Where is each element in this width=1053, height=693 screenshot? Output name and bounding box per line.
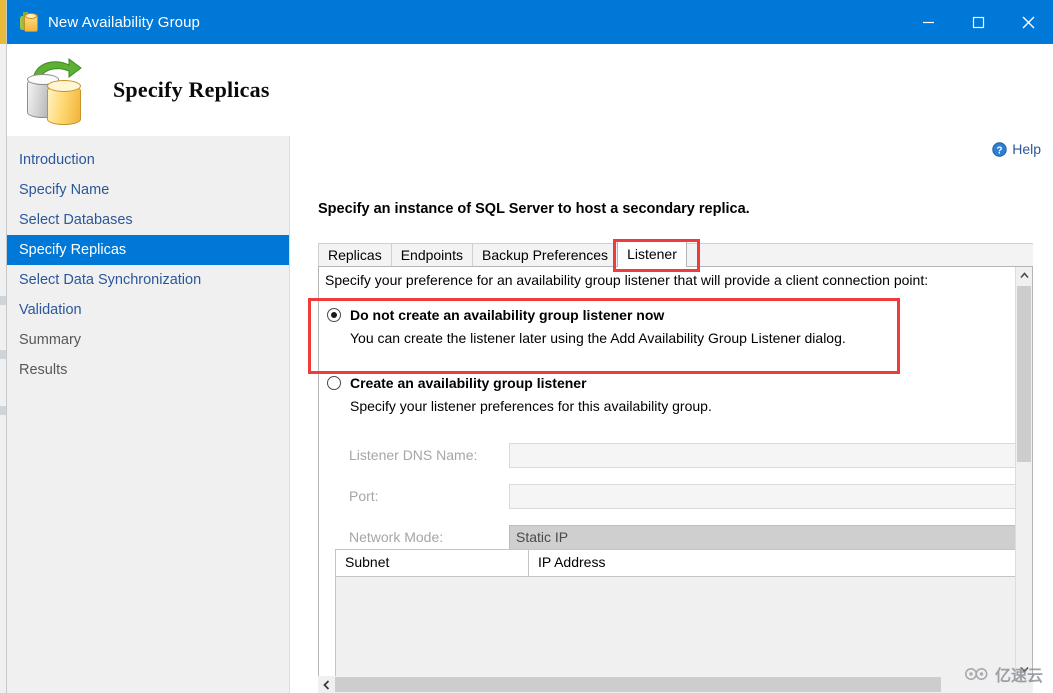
tab-replicas[interactable]: Replicas	[318, 243, 392, 267]
database-group-icon	[18, 12, 38, 32]
port-label: Port:	[349, 488, 379, 504]
option-sublabel: You can create the listener later using …	[350, 330, 846, 346]
panel-description: Specify your preference for an availabil…	[325, 272, 929, 288]
listener-tab-panel: Specify your preference for an availabil…	[318, 266, 1033, 679]
panel-horizontal-scrollbar[interactable]	[318, 676, 1033, 693]
close-icon[interactable]	[1003, 0, 1053, 44]
grid-header-row: Subnet IP Address	[336, 550, 1026, 577]
help-label: Help	[1012, 141, 1041, 157]
port-input	[509, 483, 1021, 509]
option-label: Do not create an availability group list…	[350, 307, 665, 323]
listener-dns-name-label: Listener DNS Name:	[349, 447, 478, 463]
vertical-scroll-thumb[interactable]	[1017, 286, 1031, 462]
scroll-up-icon[interactable]	[1016, 267, 1032, 284]
replication-databases-icon	[19, 54, 91, 126]
panel-vertical-scrollbar[interactable]	[1015, 267, 1032, 678]
listener-settings-form: Listener DNS Name: Port: Network Mode: S…	[349, 439, 1021, 562]
subnet-ip-grid: Subnet IP Address	[335, 549, 1027, 677]
field-row-port: Port:	[349, 480, 1021, 512]
sidebar-item-introduction[interactable]: Introduction	[7, 145, 289, 175]
tab-strip-filler	[685, 243, 1033, 267]
radio-do-not-create-listener[interactable]	[327, 308, 341, 322]
minimize-icon[interactable]	[903, 0, 953, 44]
screenshot-root: New Availability Group Specify Replicas …	[0, 0, 1053, 693]
help-link[interactable]: ? Help	[992, 141, 1041, 157]
tab-strip: Replicas Endpoints Backup Preferences Li…	[318, 241, 1033, 267]
grid-column-ip-address[interactable]: IP Address	[529, 550, 1026, 576]
watermark: 亿速云	[964, 662, 1043, 686]
content-pane: ? Help Specify an instance of SQL Server…	[291, 136, 1053, 693]
horizontal-scroll-track[interactable]	[335, 676, 1033, 693]
svg-text:?: ?	[997, 145, 1003, 156]
sidebar-item-specify-name[interactable]: Specify Name	[7, 175, 289, 205]
grid-column-subnet[interactable]: Subnet	[336, 550, 529, 576]
window-title: New Availability Group	[48, 13, 200, 31]
new-availability-group-dialog: New Availability Group Specify Replicas …	[7, 0, 1053, 693]
sidebar-item-summary: Summary	[19, 332, 82, 348]
title-bar: New Availability Group	[7, 0, 1053, 44]
listener-dns-name-input	[509, 442, 1021, 468]
wizard-steps-sidebar: Introduction Specify Name Select Databas…	[7, 136, 290, 693]
tab-backup-preferences[interactable]: Backup Preferences	[471, 243, 619, 267]
sidebar-item-specify-replicas[interactable]: Specify Replicas	[7, 235, 289, 265]
sidebar-item-select-data-synchronization[interactable]: Select Data Synchronization	[7, 265, 289, 295]
horizontal-scroll-thumb[interactable]	[335, 677, 941, 692]
background-tick	[0, 406, 6, 415]
tab-listener[interactable]: Listener	[617, 241, 687, 267]
cloud-logo-icon	[964, 668, 988, 680]
sidebar-item-results: Results	[19, 362, 68, 378]
network-mode-label: Network Mode:	[349, 529, 444, 545]
field-row-listener-dns-name: Listener DNS Name:	[349, 439, 1021, 471]
background-window-body	[0, 44, 7, 693]
help-icon: ?	[992, 141, 1007, 157]
watermark-text: 亿速云	[994, 666, 1043, 685]
dialog-body: Introduction Specify Name Select Databas…	[7, 136, 1053, 693]
sidebar-item-validation[interactable]: Validation	[7, 295, 289, 325]
option-label: Create an availability group listener	[350, 375, 587, 391]
content-heading: Specify an instance of SQL Server to hos…	[318, 201, 750, 217]
option-sublabel: Specify your listener preferences for th…	[350, 398, 712, 414]
background-tick	[0, 296, 6, 305]
sidebar-item-select-databases[interactable]: Select Databases	[7, 205, 289, 235]
background-tick	[0, 350, 6, 359]
option-do-not-create-listener[interactable]: Do not create an availability group list…	[327, 307, 846, 346]
maximize-icon[interactable]	[953, 0, 1003, 44]
radio-create-listener[interactable]	[327, 376, 341, 390]
window-controls	[903, 0, 1053, 44]
scroll-left-icon[interactable]	[318, 676, 335, 693]
option-create-listener[interactable]: Create an availability group listener Sp…	[327, 375, 712, 414]
network-mode-select: Static IP	[509, 524, 1021, 550]
tab-endpoints[interactable]: Endpoints	[390, 243, 473, 267]
page-header: Specify Replicas	[7, 44, 1053, 136]
page-title: Specify Replicas	[113, 77, 270, 102]
